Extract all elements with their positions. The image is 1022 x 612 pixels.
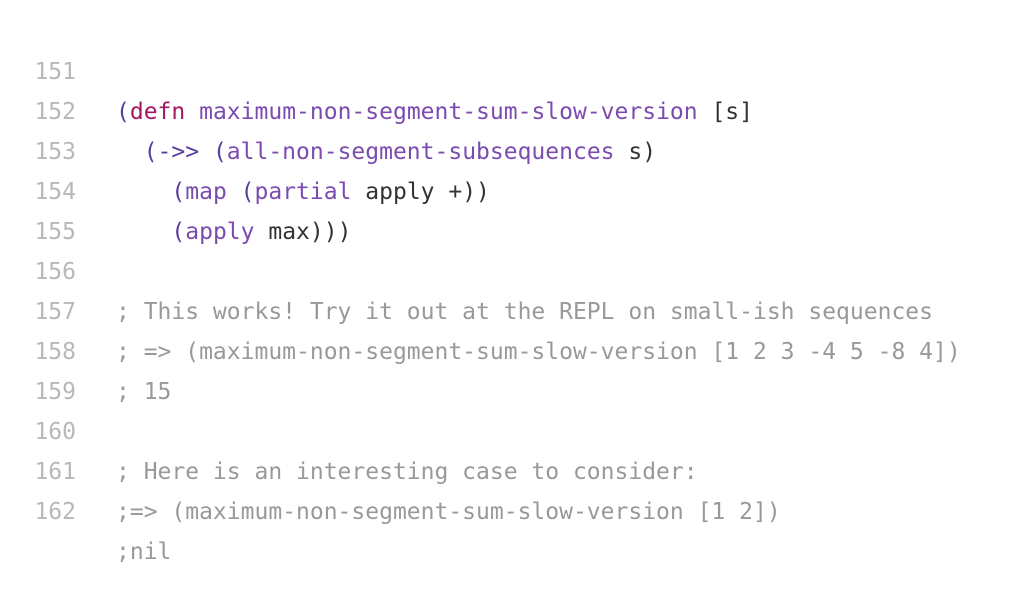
line-number: 162 xyxy=(34,499,76,525)
code-line-155: 155 xyxy=(0,172,1022,245)
code-line-159: 159 xyxy=(0,332,1022,405)
comment-token[interactable]: ;nil xyxy=(116,532,171,572)
code-line-152: 152 (->> (all-non-segment-subsequences s… xyxy=(0,52,1022,165)
code-line-154: 154 (apply max))) xyxy=(0,132,1022,245)
code-line-160: 160 ; Here is an interesting case to con… xyxy=(0,372,1022,485)
code-line-158: 158 ; 15 xyxy=(0,292,1022,405)
code-line-156: 156 ; This works! Try it out at the REPL… xyxy=(0,212,1022,325)
comment-token[interactable]: ;=> (maximum-non-segment-sum-slow-versio… xyxy=(116,492,781,532)
code-line-161: 161 ;=> (maximum-non-segment-sum-slow-ve… xyxy=(0,412,1022,525)
code-line-157: 157 ; => (maximum-non-segment-sum-slow-v… xyxy=(0,252,1022,365)
code-line-153: 153 (map (partial apply +)) xyxy=(0,92,1022,205)
code-line-151: 151 (defn maximum-non-segment-sum-slow-v… xyxy=(0,12,1022,125)
code-line-162: 162 ;nil xyxy=(0,452,1022,565)
code-editor[interactable]: 151 (defn maximum-non-segment-sum-slow-v… xyxy=(0,12,1022,565)
